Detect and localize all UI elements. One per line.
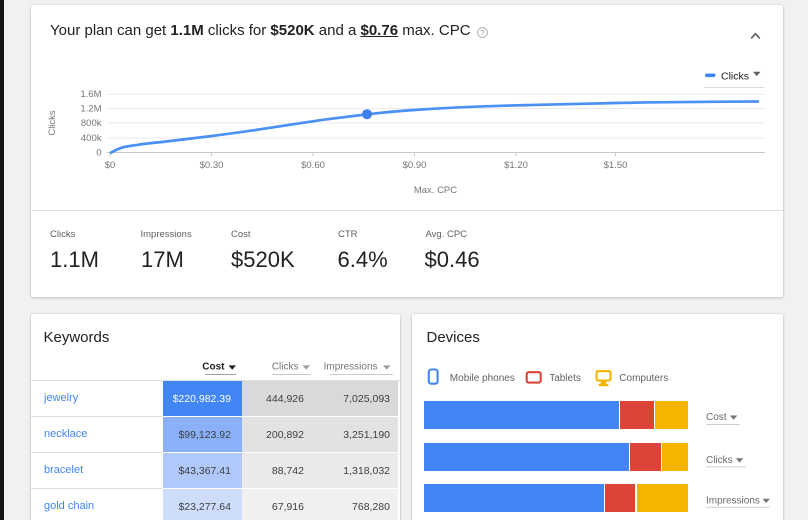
svg-text:$0.60: $0.60	[301, 160, 325, 171]
svg-text:Tablets: Tablets	[549, 373, 581, 384]
svg-text:Impressions: Impressions	[706, 495, 760, 506]
svg-text:Cost: Cost	[706, 412, 727, 423]
svg-text:Computers: Computers	[619, 373, 668, 384]
svg-text:400k: 400k	[81, 133, 102, 144]
svg-text:Cost: Cost	[202, 362, 225, 373]
svg-text:Clicks: Clicks	[47, 110, 58, 136]
svg-text:0: 0	[96, 148, 101, 159]
svg-text:1.2M: 1.2M	[80, 104, 101, 115]
svg-text:800k: 800k	[81, 118, 102, 129]
svg-text:Clicks: Clicks	[706, 455, 733, 466]
svg-text:$0.90: $0.90	[403, 160, 427, 171]
svg-text:Max. CPC: Max. CPC	[414, 185, 457, 196]
svg-text:Clicks: Clicks	[272, 362, 299, 373]
svg-text:$0.30: $0.30	[200, 160, 224, 171]
svg-text:Impressions: Impressions	[324, 362, 378, 373]
svg-text:Mobile phones: Mobile phones	[450, 373, 515, 384]
svg-text:$0: $0	[105, 160, 116, 171]
svg-text:$1.20: $1.20	[504, 160, 528, 171]
svg-text:Clicks: Clicks	[721, 71, 749, 83]
svg-text:1.6M: 1.6M	[80, 89, 101, 100]
svg-text:$1.50: $1.50	[604, 160, 628, 171]
